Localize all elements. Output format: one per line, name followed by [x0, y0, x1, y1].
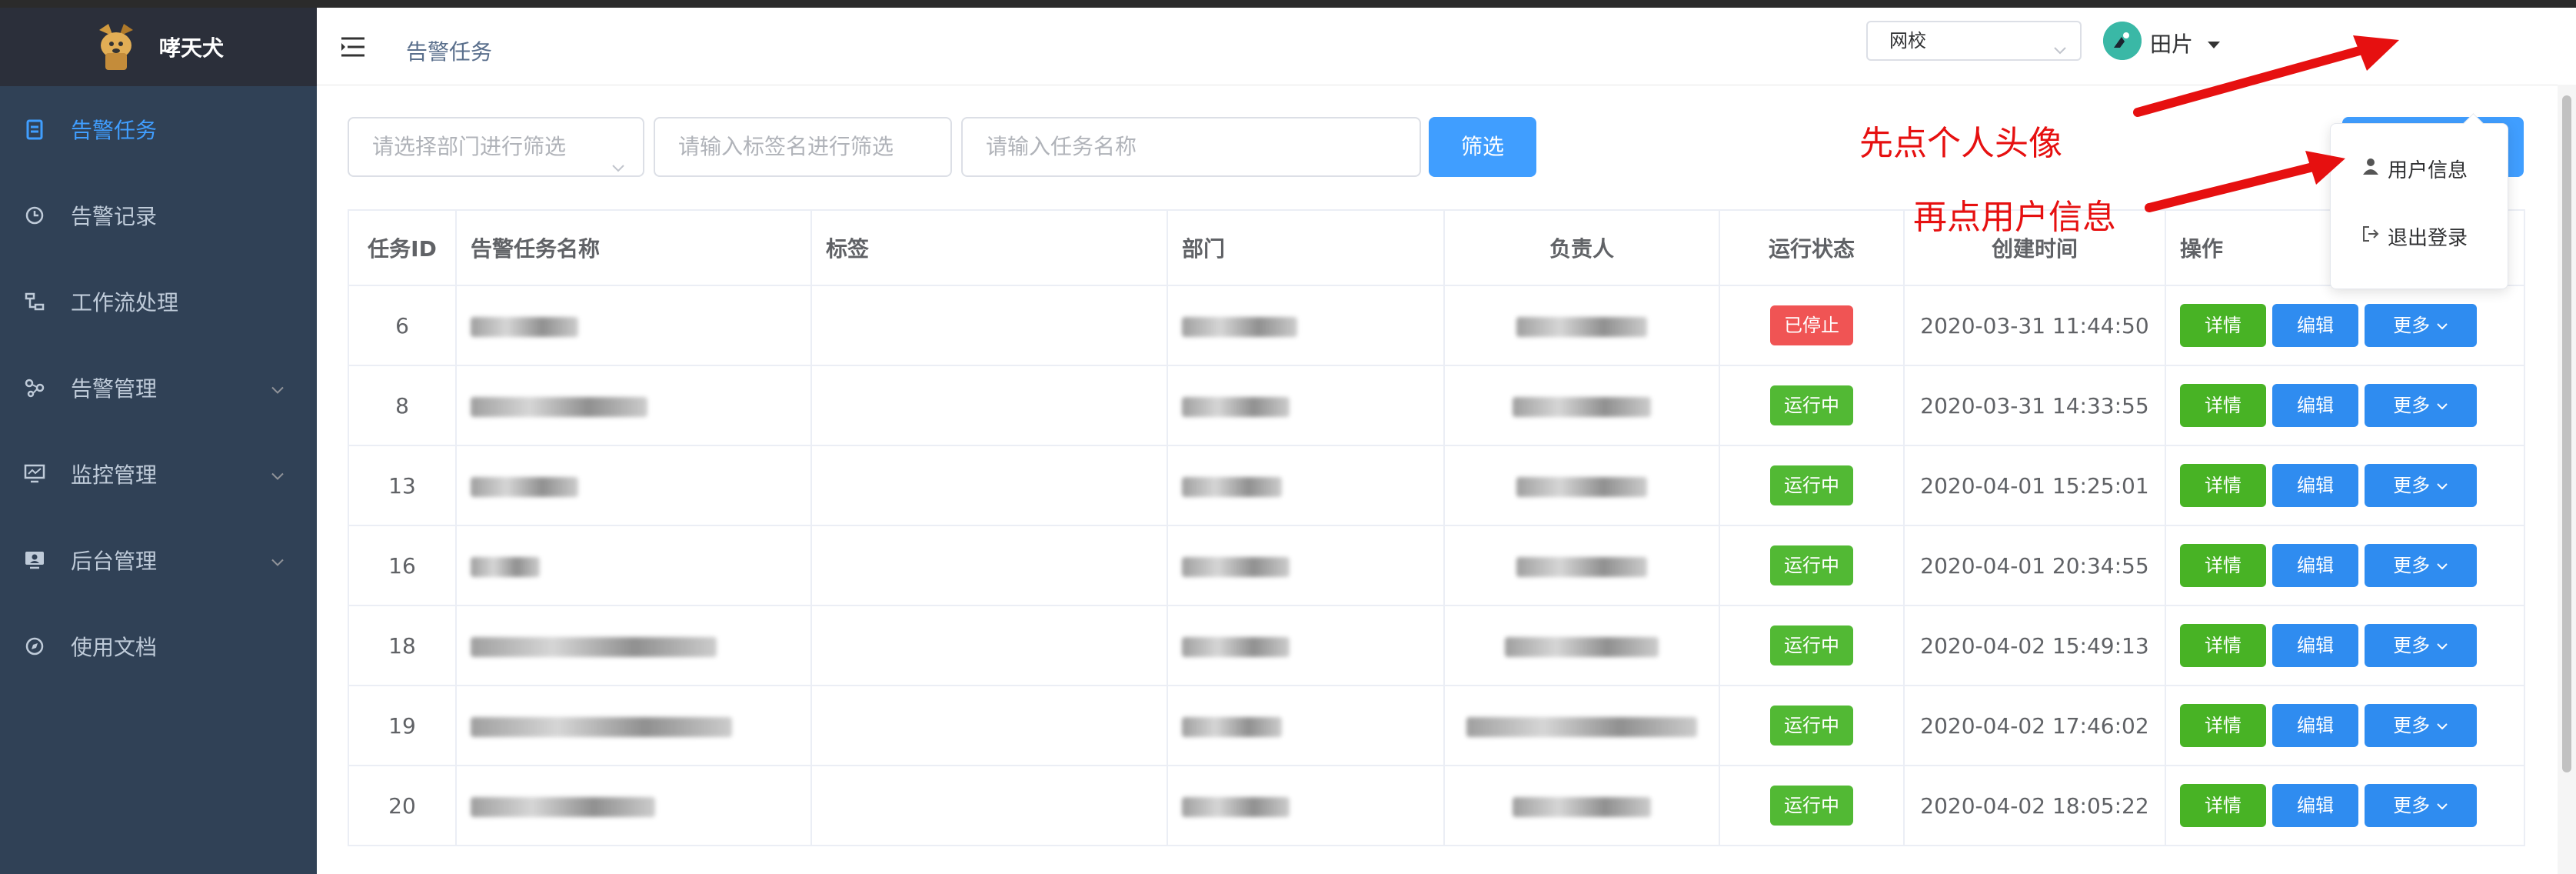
annotation-arrows: [2133, 35, 2399, 212]
annotation-step1: 先点个人头像: [1859, 124, 2062, 163]
page-scrollbar-thumb[interactable]: [2562, 95, 2571, 772]
annotation-step2: 再点用户信息: [1913, 198, 2116, 237]
